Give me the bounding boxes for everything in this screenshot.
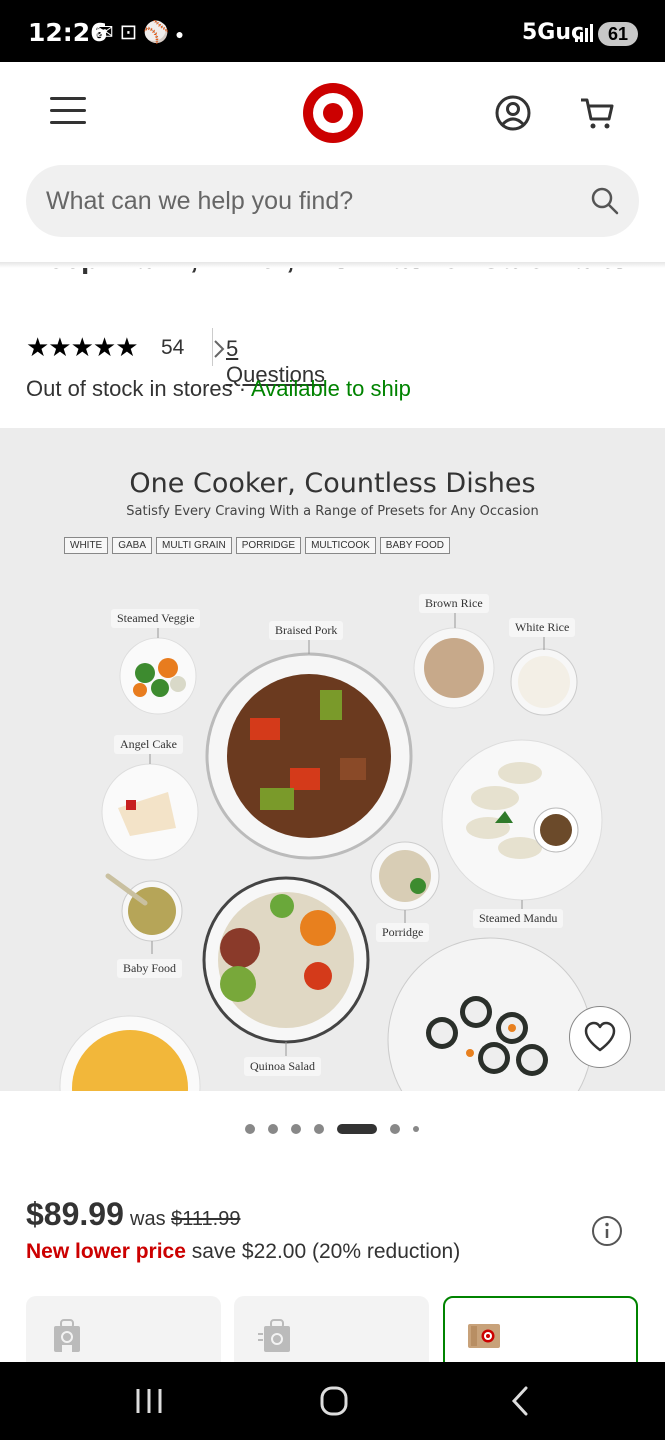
- favorite-button[interactable]: [569, 1006, 631, 1068]
- menu-icon[interactable]: [50, 97, 86, 127]
- header-shadow: [0, 262, 665, 268]
- dish-label: Porridge: [376, 923, 430, 942]
- dish-label: Braised Pork: [269, 621, 344, 640]
- dish-label: Steamed Veggie: [111, 609, 201, 628]
- carousel-dot[interactable]: [268, 1124, 278, 1134]
- review-count[interactable]: 54: [161, 336, 184, 360]
- ship-status[interactable]: Available to ship: [251, 376, 411, 401]
- dish-label: White Rice: [509, 618, 576, 637]
- carousel-dot[interactable]: [413, 1126, 419, 1132]
- savings-text: save $22.00 (20% reduction): [191, 1240, 461, 1263]
- shipping-box-icon: [468, 1324, 500, 1348]
- signal-icon: [575, 24, 593, 42]
- availability: Out of stock in stores · Available to sh…: [26, 376, 411, 402]
- stock-status: Out of stock in stores: [26, 376, 233, 401]
- current-price: $89.99: [26, 1196, 124, 1232]
- screenshot-icon: ⊡: [119, 21, 144, 44]
- availability-separator: ·: [238, 376, 247, 401]
- carousel-dot[interactable]: [314, 1124, 324, 1134]
- rating-stars[interactable]: ★★★★★: [26, 333, 139, 363]
- promo-label: New lower price: [26, 1240, 186, 1263]
- carousel-dot[interactable]: [245, 1124, 255, 1134]
- home-icon[interactable]: [312, 1380, 356, 1422]
- carousel-dot-active[interactable]: [337, 1124, 377, 1134]
- recent-apps-icon[interactable]: [127, 1380, 171, 1422]
- store-pickup-icon: [54, 1319, 80, 1352]
- chevron-right-icon[interactable]: [213, 339, 225, 359]
- cart-icon[interactable]: [578, 94, 616, 132]
- dish-label: Angel Cake: [114, 735, 183, 754]
- rating-divider: [212, 328, 213, 366]
- notification-icons: ✉⊡⚾●: [96, 20, 190, 45]
- dish-label: Quinoa Salad: [244, 1057, 321, 1076]
- target-logo[interactable]: [302, 82, 364, 144]
- carousel-dot[interactable]: [291, 1124, 301, 1134]
- dish-label: Brown Rice: [419, 594, 489, 613]
- dishes-illustration: [59, 612, 603, 1091]
- dish-label: Steamed Mandu: [473, 909, 564, 928]
- back-icon[interactable]: [498, 1380, 542, 1422]
- was-label: was: [130, 1208, 166, 1230]
- carousel-dot[interactable]: [390, 1124, 400, 1134]
- search-placeholder: What can we help you find?: [46, 187, 354, 215]
- was-price-block: was $111.99: [130, 1208, 240, 1231]
- price-promo: New lower price save $22.00 (20% reducti…: [26, 1240, 460, 1264]
- sports-ball-icon: ⚾: [143, 21, 176, 44]
- account-icon[interactable]: [494, 94, 532, 132]
- was-price: $111.99: [171, 1208, 241, 1230]
- product-image[interactable]: One Cooker, Countless Dishes Satisfy Eve…: [0, 428, 665, 1091]
- battery-indicator: 61: [598, 22, 638, 46]
- info-icon[interactable]: [591, 1215, 623, 1247]
- drive-up-icon: [258, 1319, 290, 1352]
- heart-icon: [584, 1021, 616, 1052]
- search-input[interactable]: What can we help you find?: [26, 165, 639, 237]
- status-bar: 12:26 ✉⊡⚾● 5Guc 61: [0, 0, 665, 62]
- dot-icon: ●: [175, 26, 190, 42]
- mail-icon: ✉: [96, 21, 120, 44]
- search-icon[interactable]: [591, 187, 619, 215]
- dish-label: Baby Food: [117, 959, 183, 978]
